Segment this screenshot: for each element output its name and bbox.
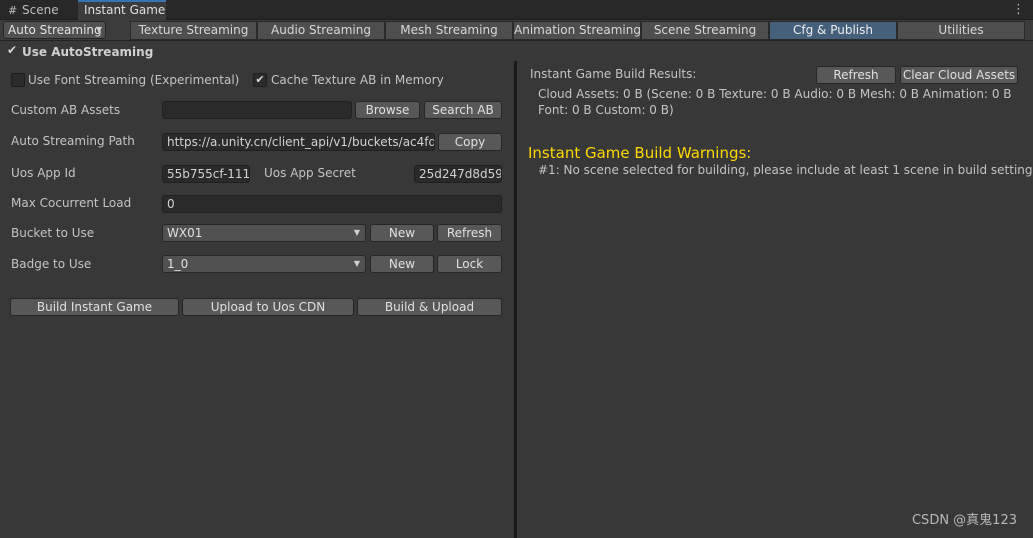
new-bucket-button[interactable]: New [370, 224, 434, 242]
bucket-label: Bucket to Use [11, 226, 95, 240]
max-load-label: Max Cocurrent Load [11, 196, 132, 210]
search-ab-button[interactable]: Search AB [424, 101, 502, 119]
use-autostreaming-label: Use AutoStreaming [22, 45, 154, 59]
badge-label: Badge to Use [11, 257, 92, 271]
tab-texture-streaming[interactable]: Texture Streaming [130, 21, 257, 40]
app-id-field[interactable]: 55b755cf-111b [162, 165, 250, 183]
tab-animation-streaming[interactable]: Animation Streaming [513, 21, 641, 40]
browse-button[interactable]: Browse [355, 101, 420, 119]
tab-utilities[interactable]: Utilities [897, 21, 1025, 40]
copy-button[interactable]: Copy [438, 133, 502, 151]
window-tab-bar: # Scene Instant Game ⋮ [0, 0, 1033, 20]
cloud-assets-stats: Cloud Assets: 0 B (Scene: 0 B Texture: 0… [538, 87, 1012, 101]
app-id-label: Uos App Id [11, 166, 76, 180]
config-panel: ✔ Use AutoStreaming Use Font Streaming (… [0, 41, 514, 538]
toolbar: Auto Streaming ▼ Texture Streaming Audio… [0, 20, 1033, 41]
build-upload-button[interactable]: Build & Upload [357, 298, 502, 316]
tab-cfg-publish[interactable]: Cfg & Publish [769, 21, 897, 40]
tab-scene[interactable]: # Scene [0, 0, 78, 20]
tab-mesh-streaming[interactable]: Mesh Streaming [385, 21, 513, 40]
custom-ab-label: Custom AB Assets [11, 103, 121, 117]
streaming-path-label: Auto Streaming Path [11, 134, 135, 148]
tab-instant-game-label: Instant Game [84, 3, 166, 17]
build-instant-game-button[interactable]: Build Instant Game [10, 298, 179, 316]
clear-cloud-assets-button[interactable]: Clear Cloud Assets [900, 66, 1018, 84]
lock-badge-button[interactable]: Lock [437, 255, 502, 273]
tab-scene-label: Scene [22, 3, 59, 17]
warning-item: #1: No scene selected for building, plea… [538, 163, 1033, 177]
tab-instant-game[interactable]: Instant Game [78, 0, 166, 20]
max-load-field[interactable]: 0 [162, 195, 502, 213]
streaming-path-field[interactable]: https://a.unity.cn/client_api/v1/buckets… [162, 133, 435, 151]
mode-dropdown[interactable]: Auto Streaming ▼ [3, 21, 106, 39]
refresh-results-button[interactable]: Refresh [816, 66, 896, 84]
more-options-icon[interactable]: ⋮ [1012, 0, 1025, 20]
cache-texture-label: Cache Texture AB in Memory [271, 73, 444, 87]
tab-audio-streaming[interactable]: Audio Streaming [257, 21, 385, 40]
bucket-dropdown-value: WX01 [167, 226, 203, 240]
caret-down-icon: ▼ [353, 259, 360, 268]
grid-icon: # [8, 4, 18, 17]
bucket-dropdown[interactable]: WX01 ▼ [162, 224, 366, 242]
results-panel: Instant Game Build Results: Refresh Clea… [517, 41, 1033, 538]
caret-down-icon: ▼ [95, 25, 102, 34]
badge-dropdown-value: 1_0 [167, 257, 189, 271]
use-autostreaming-checkbox[interactable]: ✔ [5, 44, 19, 58]
cache-texture-checkbox[interactable]: ✔ [253, 73, 267, 87]
app-secret-field[interactable]: 25d247d8d59b [414, 165, 502, 183]
new-badge-button[interactable]: New [370, 255, 434, 273]
cloud-assets-stats-cont: Font: 0 B Custom: 0 B) [538, 103, 674, 117]
badge-dropdown[interactable]: 1_0 ▼ [162, 255, 366, 273]
font-streaming-checkbox[interactable] [11, 73, 25, 87]
app-secret-label: Uos App Secret [264, 166, 356, 180]
tab-scene-streaming[interactable]: Scene Streaming [641, 21, 769, 40]
watermark: CSDN @真鬼123 [911, 513, 1017, 528]
results-title: Instant Game Build Results: [530, 67, 697, 81]
upload-cdn-button[interactable]: Upload to Uos CDN [182, 298, 354, 316]
refresh-bucket-button[interactable]: Refresh [437, 224, 502, 242]
mode-dropdown-value: Auto Streaming [8, 23, 102, 37]
custom-ab-field[interactable] [162, 101, 352, 119]
font-streaming-label: Use Font Streaming (Experimental) [28, 73, 240, 87]
caret-down-icon: ▼ [353, 228, 360, 237]
warnings-title: Instant Game Build Warnings: [528, 144, 752, 162]
